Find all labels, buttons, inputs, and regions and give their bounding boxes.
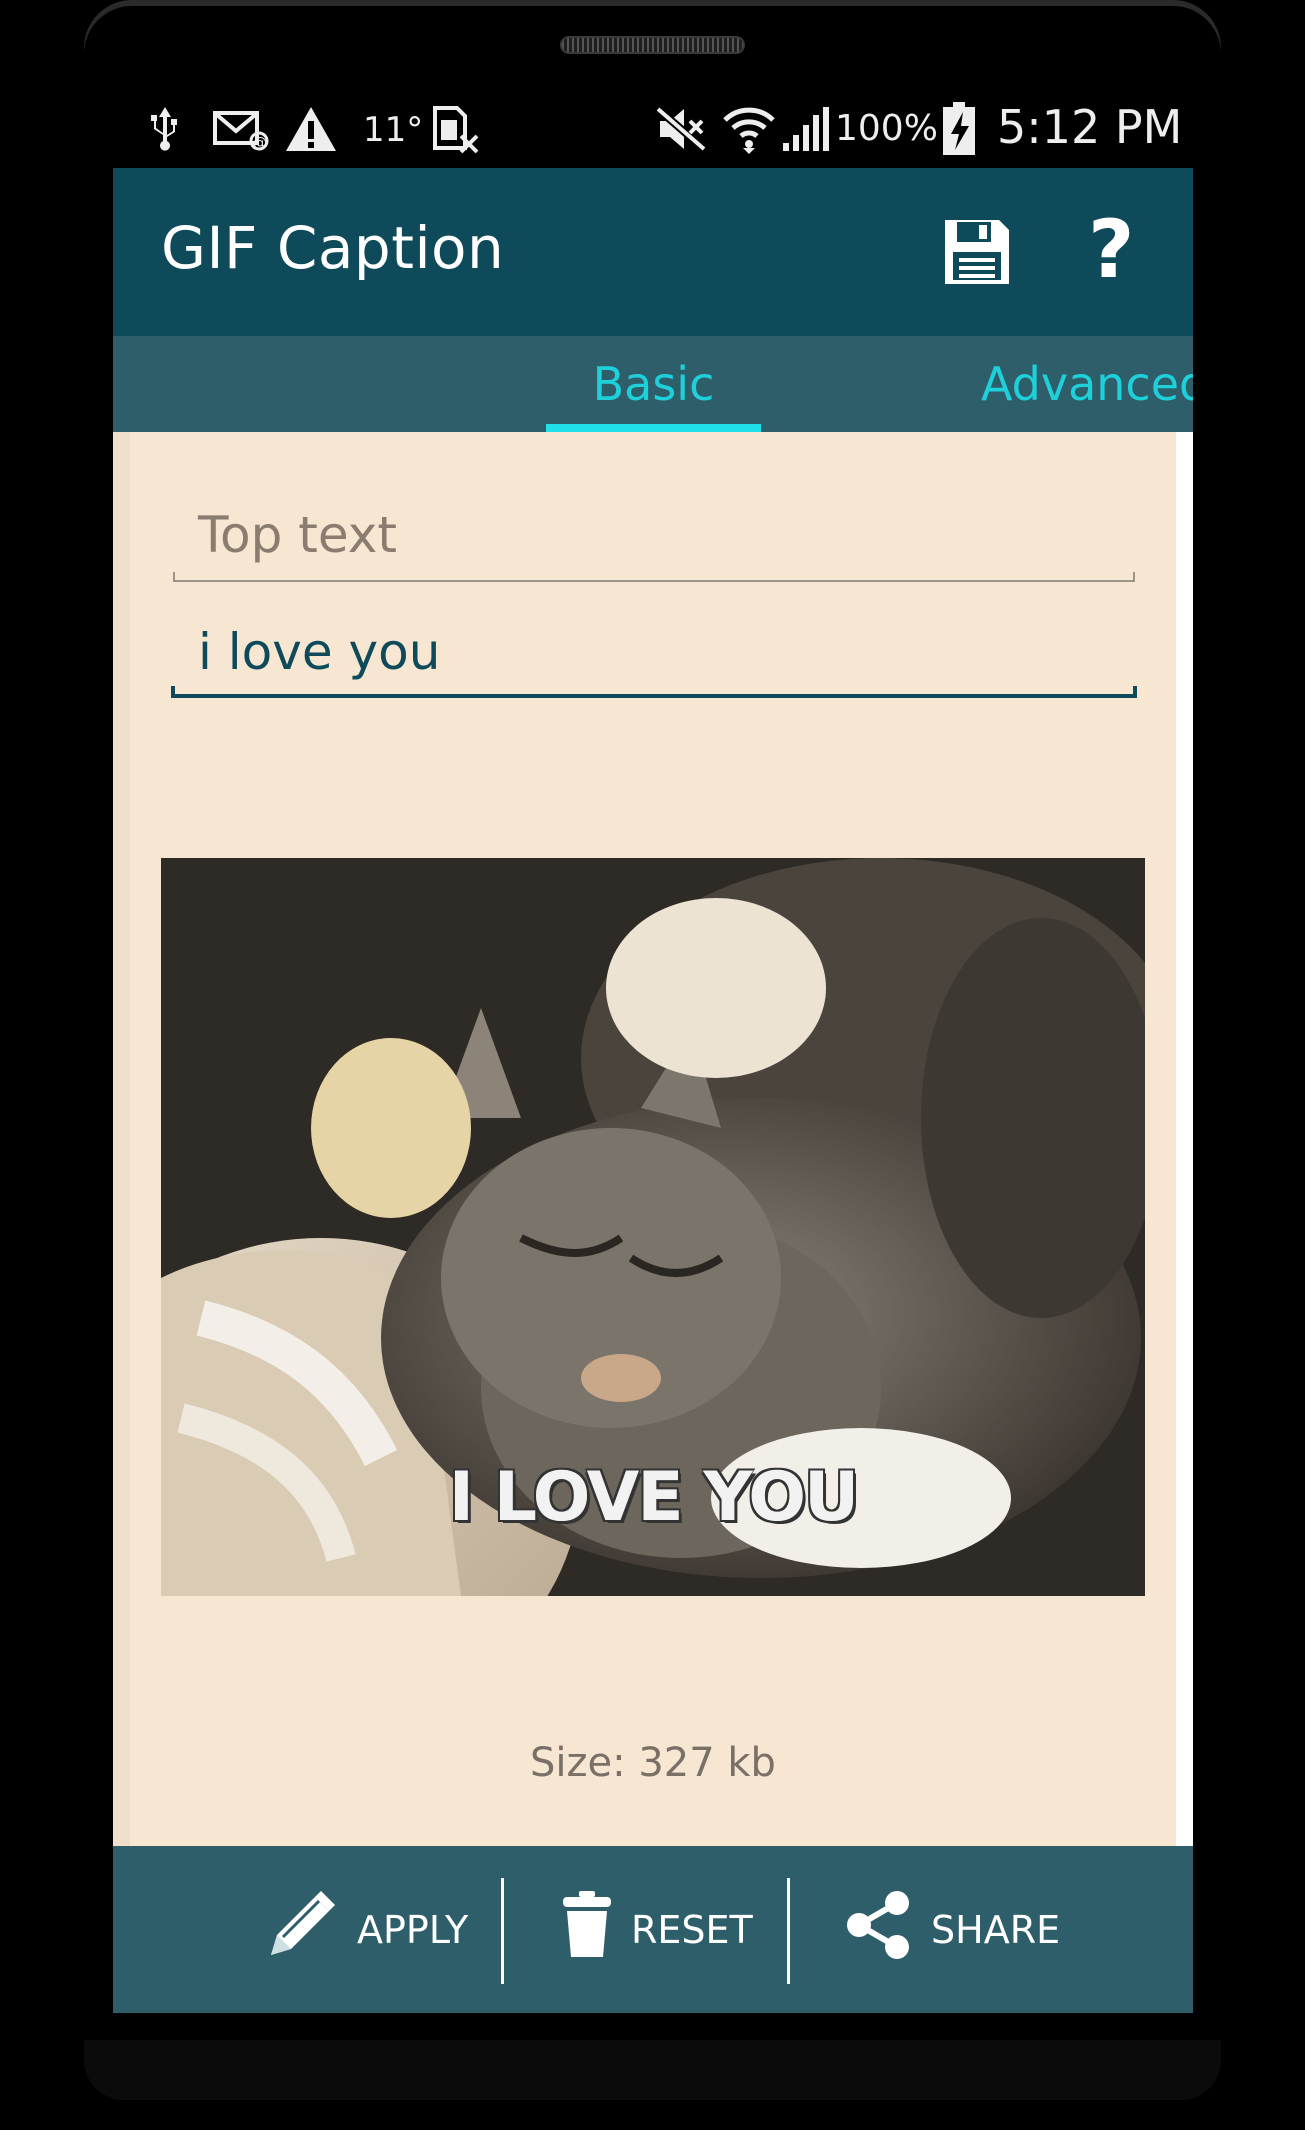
battery-percent-text: 100% — [835, 108, 938, 149]
phone-chin — [84, 2040, 1221, 2100]
wifi-icon — [721, 104, 777, 154]
bottom-action-bar: APPLY RESET SHARE — [113, 1846, 1193, 2013]
gif-caption: I LOVE YOU — [448, 1458, 859, 1537]
tab-bar: Basic Advanced — [113, 336, 1193, 432]
content-left-edge — [113, 432, 130, 1847]
app-title: GIF Caption — [161, 214, 505, 282]
bottom-bar-divider — [787, 1878, 790, 1984]
pencil-icon — [263, 1887, 339, 1972]
size-label: Size: 327 kb — [530, 1740, 776, 1786]
help-icon[interactable]: ? — [1088, 200, 1134, 300]
svg-text:@: @ — [253, 135, 267, 151]
temperature-text: 11° — [363, 110, 424, 150]
app-bar: GIF Caption ? — [113, 168, 1193, 336]
email-icon: @ — [213, 104, 269, 154]
bottom-text-underline — [171, 686, 1137, 698]
sim-off-icon — [431, 104, 481, 154]
tab-advanced[interactable]: Advanced — [981, 336, 1193, 432]
top-text-underline — [173, 572, 1135, 582]
gif-preview: I LOVE YOU — [161, 858, 1145, 1596]
signal-icon — [781, 104, 831, 154]
usb-icon — [147, 104, 183, 154]
mute-icon — [653, 104, 709, 154]
apply-button[interactable]: APPLY — [263, 1846, 468, 2013]
reset-button[interactable]: RESET — [561, 1846, 753, 2013]
share-button[interactable]: SHARE — [845, 1846, 1060, 2013]
warning-icon — [283, 104, 339, 154]
tab-basic[interactable]: Basic — [546, 336, 761, 432]
content-right-edge — [1176, 432, 1193, 1847]
status-bar: @ 11° 100% 5:12 PM — [113, 96, 1193, 166]
bottom-bar-divider — [501, 1878, 504, 1984]
app-screen: GIF Caption ? Basic Advanced Top text i … — [113, 168, 1193, 2013]
save-icon[interactable] — [941, 216, 1013, 288]
tab-selected-indicator — [546, 424, 761, 432]
apply-label: APPLY — [357, 1907, 469, 1952]
clock-text: 5:12 PM — [997, 100, 1183, 154]
reset-label: RESET — [631, 1907, 753, 1952]
bottom-text-input[interactable]: i love you — [198, 623, 1158, 683]
phone-speaker — [560, 36, 745, 54]
top-text-input[interactable]: Top text — [198, 506, 1158, 566]
trash-icon — [561, 1889, 613, 1970]
share-label: SHARE — [931, 1907, 1061, 1952]
share-icon — [845, 1889, 913, 1970]
battery-charging-icon — [939, 102, 979, 155]
